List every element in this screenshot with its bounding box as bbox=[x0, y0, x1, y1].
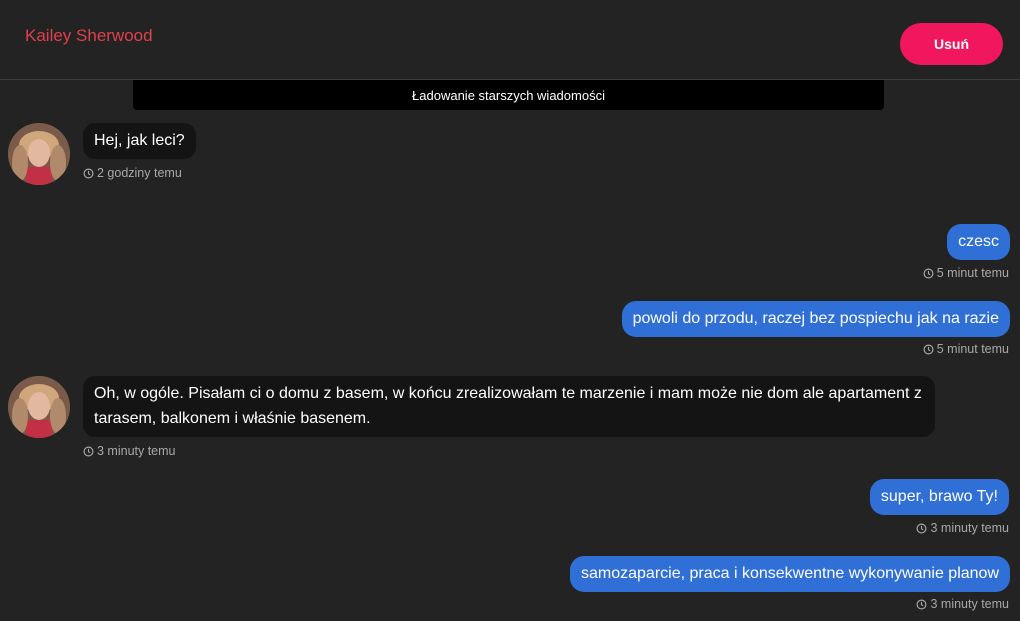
timestamp-text: 5 minut temu bbox=[936, 342, 1009, 356]
timestamp-text: 3 minuty temu bbox=[930, 521, 1009, 535]
message-bubble-incoming: Hej, jak leci? bbox=[83, 123, 196, 159]
load-older-messages-button[interactable]: Ładowanie starszych wiadomości bbox=[133, 80, 884, 110]
clock-icon bbox=[923, 344, 934, 354]
message-timestamp: 5 minut temu bbox=[923, 266, 1009, 280]
clock-icon bbox=[923, 268, 934, 278]
message-bubble-outgoing: super, brawo Ty! bbox=[869, 479, 1009, 515]
message-text: powoli do przodu, raczej bez pospiechu j… bbox=[632, 310, 999, 327]
timestamp-text: 2 godziny temu bbox=[97, 166, 182, 180]
avatar[interactable] bbox=[8, 123, 70, 185]
timestamp-text: 5 minut temu bbox=[936, 266, 1009, 280]
delete-button[interactable]: Usuń bbox=[900, 23, 1003, 65]
timestamp-text: 3 minuty temu bbox=[97, 444, 176, 458]
message-timestamp: 2 godziny temu bbox=[83, 166, 182, 180]
message-timestamp: 3 minuty temu bbox=[916, 597, 1009, 611]
message-timestamp: 3 minuty temu bbox=[916, 521, 1009, 535]
clock-icon bbox=[916, 523, 927, 533]
avatar[interactable] bbox=[8, 376, 70, 438]
clock-icon bbox=[916, 599, 927, 609]
timestamp-text: 3 minuty temu bbox=[930, 597, 1009, 611]
message-text: Oh, w ogóle. Pisałam ci o domu z basem, … bbox=[94, 385, 922, 427]
message-text: super, brawo Ty! bbox=[880, 488, 998, 505]
message-text: samozaparcie, praca i konsekwentne wykon… bbox=[581, 565, 999, 582]
message-bubble-outgoing: czesc bbox=[947, 224, 1010, 260]
message-bubble-outgoing: samozaparcie, praca i konsekwentne wykon… bbox=[570, 556, 1010, 592]
chat-window: Kailey Sherwood Usuń Ładowanie starszych… bbox=[0, 0, 1020, 621]
message-timestamp: 5 minut temu bbox=[923, 342, 1009, 356]
avatar-image bbox=[8, 123, 70, 185]
message-text: Hej, jak leci? bbox=[94, 132, 185, 149]
avatar-image bbox=[8, 376, 70, 438]
message-timestamp: 3 minuty temu bbox=[83, 444, 176, 458]
message-text: czesc bbox=[958, 233, 999, 250]
message-bubble-outgoing: powoli do przodu, raczej bez pospiechu j… bbox=[621, 301, 1010, 337]
chat-header: Kailey Sherwood Usuń bbox=[0, 0, 1020, 80]
message-bubble-incoming: Oh, w ogóle. Pisałam ci o domu z basem, … bbox=[83, 376, 935, 437]
clock-icon bbox=[83, 446, 94, 456]
clock-icon bbox=[83, 168, 94, 178]
contact-name[interactable]: Kailey Sherwood bbox=[25, 26, 153, 46]
